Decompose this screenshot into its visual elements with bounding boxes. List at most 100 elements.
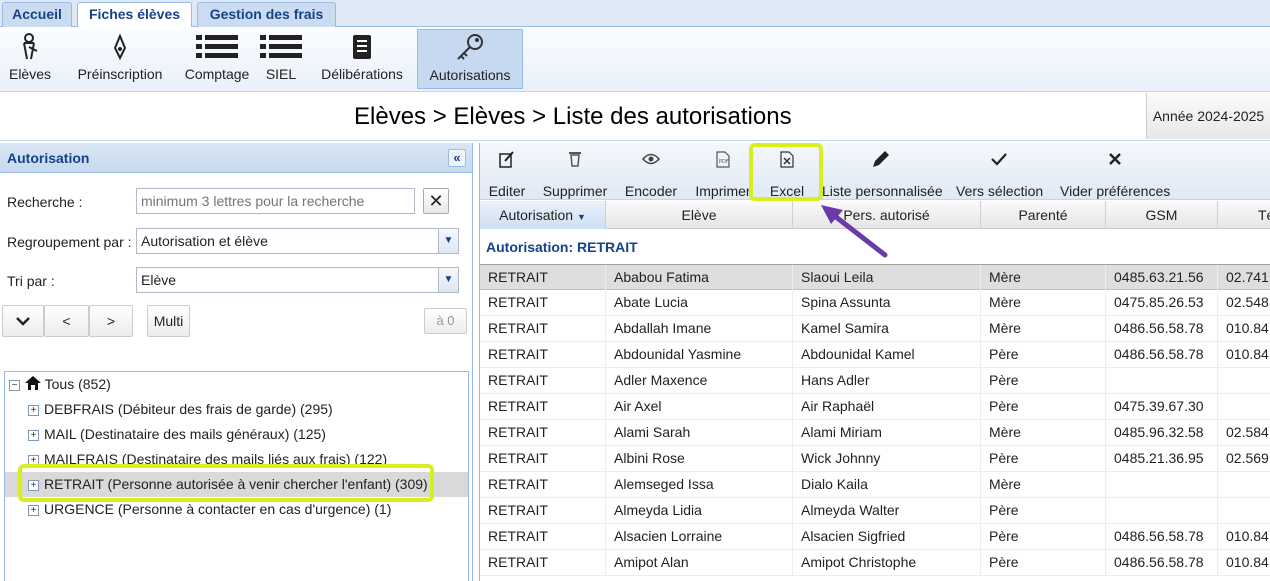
trash-icon: [542, 147, 608, 171]
table-cell: Albini Rose: [606, 446, 793, 472]
group-by-label: Regroupement par :: [7, 234, 132, 250]
table-cell: RETRAIT: [480, 446, 606, 472]
table-cell: 0486.56.58.78: [1106, 550, 1218, 576]
excel-highlight: [749, 143, 823, 201]
tab-fiches-eleves[interactable]: Fiches élèves: [77, 2, 192, 28]
column-header-autorisation[interactable]: Autorisation ▼: [480, 201, 606, 229]
table-cell: 0475.85.26.53: [1106, 290, 1218, 316]
table-row[interactable]: RETRAIT Amipot Alan Amipot Christophe Père 0…: [480, 550, 1270, 576]
table-cell: Alami Miriam: [793, 420, 981, 446]
sort-by-label: Tri par :: [7, 273, 55, 289]
collapse-panel-icon[interactable]: «: [448, 149, 466, 167]
table-cell: 010.84.: [1218, 316, 1270, 342]
table-row[interactable]: RETRAIT Almeyda Lidia Almeyda Walter Père: [480, 498, 1270, 524]
print-button[interactable]: PDF Imprimer: [694, 147, 752, 201]
table-cell: Alemseged Issa: [606, 472, 793, 498]
table-row[interactable]: RETRAIT Abdallah Imane Kamel Samira Mère 048…: [480, 316, 1270, 342]
expand-icon[interactable]: +: [28, 429, 39, 441]
previous-button[interactable]: <: [44, 305, 89, 337]
column-header-parente[interactable]: Parenté: [981, 201, 1106, 229]
expand-icon[interactable]: +: [28, 504, 39, 516]
table-row[interactable]: RETRAIT Air Axel Air Raphaël Père 0475.39.67…: [480, 394, 1270, 420]
table-cell: Adler Maxence: [606, 368, 793, 394]
sort-by-select[interactable]: Elève ▼: [136, 267, 459, 293]
to-selection-label: Vers sélection: [956, 183, 1044, 199]
table-cell: 02.548.: [1218, 290, 1270, 316]
ribbon-deliberations-button[interactable]: Délibérations: [318, 29, 406, 89]
table-cell: RETRAIT: [480, 342, 606, 368]
table-cell: 0485.96.32.58: [1106, 420, 1218, 446]
table-cell: Abdounidal Kamel: [793, 342, 981, 368]
table-row[interactable]: RETRAIT Ababou Fatima Slaoui Leila Mère 0485…: [480, 264, 1270, 291]
table-row[interactable]: RETRAIT Abdounidal Yasmine Abdounidal Kame…: [480, 342, 1270, 368]
tab-accueil[interactable]: Accueil: [2, 2, 72, 27]
table-cell: Père: [981, 446, 1106, 472]
expand-icon[interactable]: +: [28, 404, 39, 416]
table-row[interactable]: RETRAIT Alsacien Lorraine Alsacien Sigfrie…: [480, 524, 1270, 550]
edit-button[interactable]: Editer: [486, 147, 528, 201]
table-cell: RETRAIT: [480, 498, 606, 524]
next-button[interactable]: >: [89, 305, 133, 337]
collapse-icon[interactable]: −: [9, 379, 20, 391]
group-by-select[interactable]: Autorisation et élève ▼: [136, 228, 459, 254]
table-cell: Alsacien Sigfried: [793, 524, 981, 550]
column-header-gsm[interactable]: GSM: [1106, 201, 1218, 229]
table-cell: 0485.63.21.56: [1106, 265, 1218, 291]
key-icon: [418, 30, 522, 66]
filter-panel: Autorisation « Recherche : ✕ Regroupemen…: [0, 143, 473, 581]
delete-label: Supprimer: [542, 183, 608, 199]
column-header-telephone[interactable]: Télép: [1218, 201, 1270, 229]
multi-button[interactable]: Multi: [147, 305, 190, 337]
search-input[interactable]: [136, 188, 415, 214]
ribbon-comptage-button[interactable]: Comptage: [183, 29, 251, 89]
table-cell: 0475.39.67.30: [1106, 394, 1218, 420]
table-cell: Mère: [981, 316, 1106, 342]
encode-button[interactable]: Encoder: [624, 147, 678, 201]
tree-item-label: DEBFRAIS (Débiteur des frais de garde) (…: [44, 401, 333, 417]
table-cell: Alami Sarah: [606, 420, 793, 446]
table-cell: Abdallah Imane: [606, 316, 793, 342]
custom-list-button[interactable]: Liste personnalisée: [822, 147, 943, 201]
tree-item-label: URGENCE (Personne à contacter en cas d'u…: [44, 501, 392, 517]
table-row[interactable]: RETRAIT Alami Sarah Alami Miriam Mère 0485.9…: [480, 420, 1270, 446]
table-row[interactable]: RETRAIT Adler Maxence Hans Adler Père: [480, 368, 1270, 394]
clear-preferences-button[interactable]: Vider préférences: [1060, 147, 1170, 201]
table-cell: Wick Johnny: [793, 446, 981, 472]
ribbon-siel-button[interactable]: SIEL: [258, 29, 304, 89]
table-cell: Spina Assunta: [793, 290, 981, 316]
ribbon-preinscription-button[interactable]: Préinscription: [74, 29, 166, 89]
close-icon: ✕: [428, 191, 444, 211]
chevron-down-icon[interactable]: ▼: [438, 268, 458, 292]
table-row[interactable]: RETRAIT Abate Lucia Spina Assunta Mère 0475.…: [480, 290, 1270, 316]
tree-item[interactable]: + MAIL (Destinataire des mails généraux) …: [5, 422, 468, 447]
table-cell: RETRAIT: [480, 472, 606, 498]
column-header-eleve[interactable]: Elève: [606, 201, 793, 229]
table-cell: Père: [981, 342, 1106, 368]
delete-button[interactable]: Supprimer: [542, 147, 608, 201]
table-cell: Almeyda Walter: [793, 498, 981, 524]
table-cell: Mère: [981, 420, 1106, 446]
custom-list-label: Liste personnalisée: [822, 183, 943, 199]
table-cell: RETRAIT: [480, 290, 606, 316]
table-cell: 02.584.: [1218, 420, 1270, 446]
table-cell: Hans Adler: [793, 368, 981, 394]
table-cell: Père: [981, 498, 1106, 524]
table-cell: 010.84.: [1218, 524, 1270, 550]
close-icon: [1060, 147, 1170, 171]
table-row[interactable]: RETRAIT Albini Rose Wick Johnny Père 0485.21…: [480, 446, 1270, 472]
ribbon-eleves-button[interactable]: Elèves: [4, 29, 56, 89]
ribbon-autorisations-button[interactable]: Autorisations: [417, 29, 523, 89]
expand-all-button[interactable]: [2, 305, 44, 337]
school-year-button[interactable]: Année 2024-2025: [1146, 93, 1270, 139]
table-cell: [1218, 472, 1270, 498]
chevron-down-icon[interactable]: ▼: [438, 229, 458, 253]
tab-gestion-des-frais[interactable]: Gestion des frais: [197, 2, 336, 27]
page-title: Elèves > Elèves > Liste des autorisation…: [354, 103, 792, 130]
table-cell: Slaoui Leila: [793, 265, 981, 291]
clear-search-button[interactable]: ✕: [423, 188, 449, 214]
table-row[interactable]: RETRAIT Alemseged Issa Dialo Kaila Mère: [480, 472, 1270, 498]
to-selection-button[interactable]: Vers sélection: [956, 147, 1044, 201]
tree-item[interactable]: + DEBFRAIS (Débiteur des frais de garde) …: [5, 397, 468, 422]
table-cell: RETRAIT: [480, 550, 606, 576]
tree-root[interactable]: − Tous (852): [5, 372, 468, 397]
